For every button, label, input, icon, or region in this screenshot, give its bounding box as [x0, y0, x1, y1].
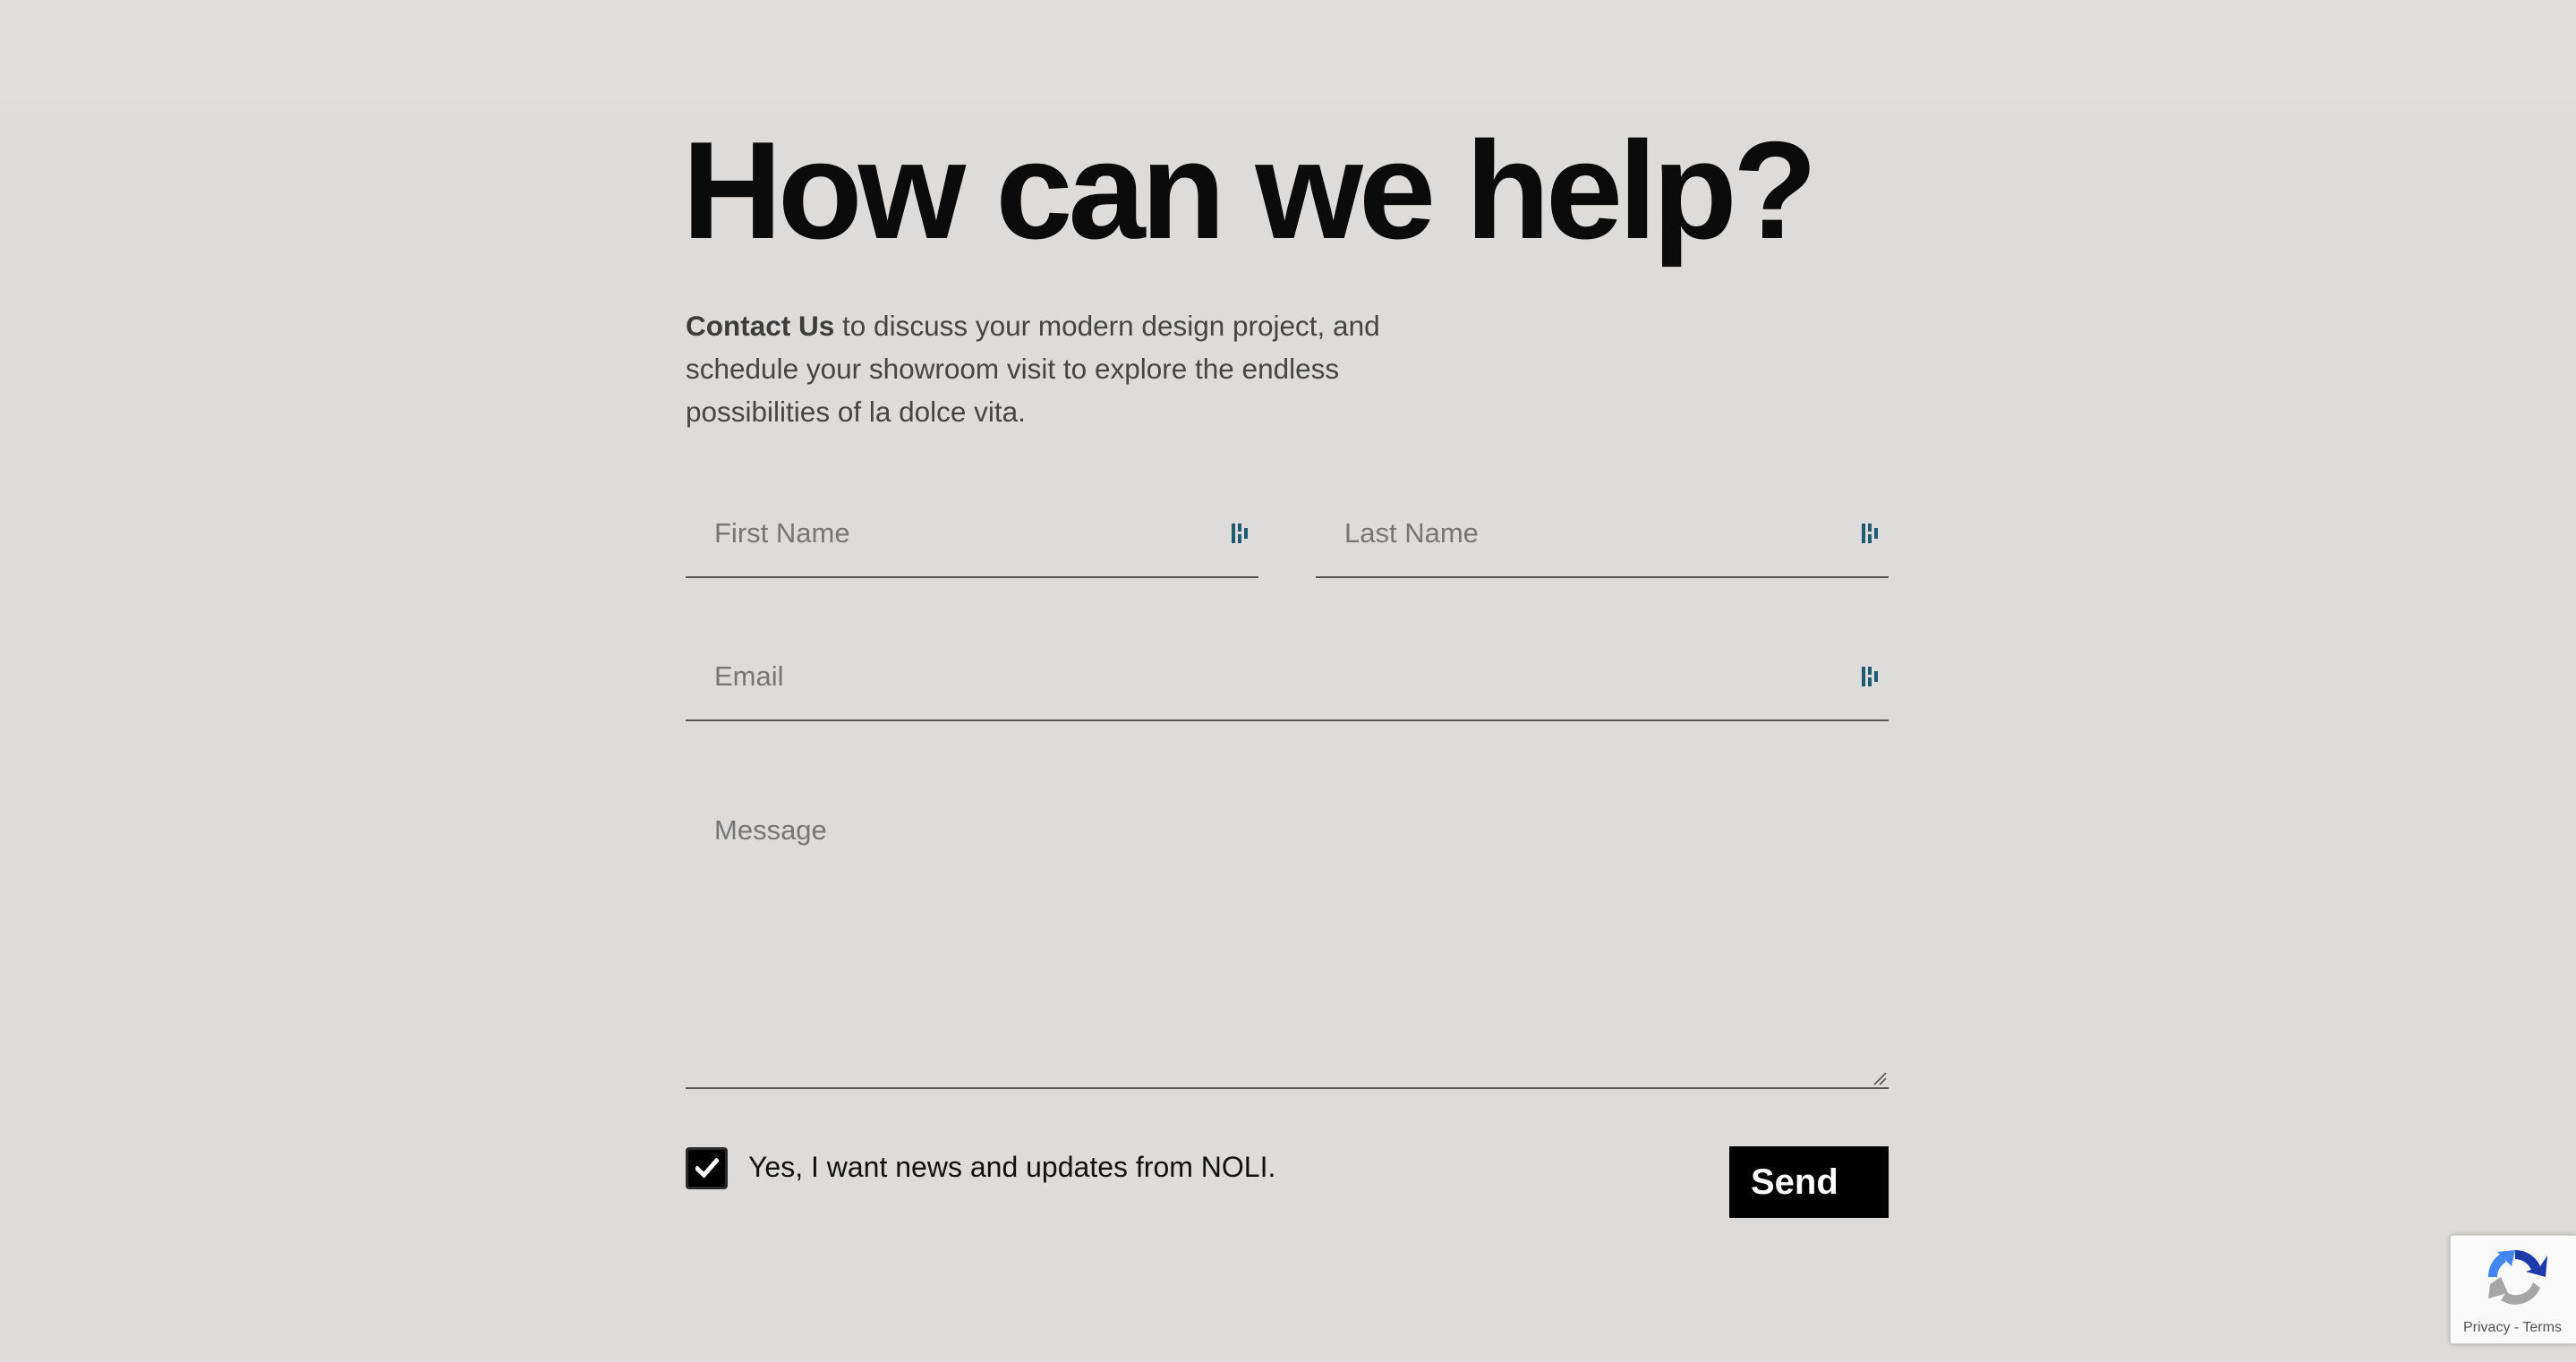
send-button[interactable]: Send	[1729, 1146, 1889, 1218]
page-title: How can we help?	[682, 113, 1818, 268]
intro-text: Contact Us to discuss your modern design…	[686, 304, 1455, 433]
terms-link[interactable]: Terms	[2522, 1320, 2562, 1335]
email-placeholder: Email	[714, 660, 784, 692]
recaptcha-badge[interactable]: Privacy - Terms	[2450, 1235, 2576, 1344]
email-field[interactable]: Email	[686, 635, 1889, 721]
last-name-placeholder: Last Name	[1344, 517, 1479, 549]
checkmark-icon	[695, 1158, 719, 1179]
password-manager-icon[interactable]	[1860, 521, 1881, 546]
message-textarea[interactable]: Message	[686, 787, 1889, 1089]
password-manager-icon[interactable]	[1860, 664, 1881, 689]
resize-grip-icon[interactable]	[1872, 1071, 1887, 1085]
links-separator: -	[2510, 1320, 2523, 1335]
newsletter-checkbox[interactable]	[686, 1147, 728, 1189]
newsletter-label[interactable]: Yes, I want news and updates from NOLI.	[748, 1151, 1275, 1184]
recaptcha-links: Privacy - Terms	[2463, 1320, 2562, 1336]
password-manager-icon[interactable]	[1230, 521, 1251, 546]
message-placeholder: Message	[714, 814, 827, 846]
contact-us-emphasis: Contact Us	[686, 310, 835, 342]
privacy-link[interactable]: Privacy	[2463, 1320, 2510, 1335]
contact-section: How can we help? Contact Us to discuss y…	[682, 0, 1889, 1362]
recaptcha-icon	[2481, 1243, 2549, 1315]
last-name-field[interactable]: Last Name	[1316, 492, 1889, 578]
first-name-placeholder: First Name	[714, 517, 850, 549]
first-name-field[interactable]: First Name	[686, 492, 1258, 578]
